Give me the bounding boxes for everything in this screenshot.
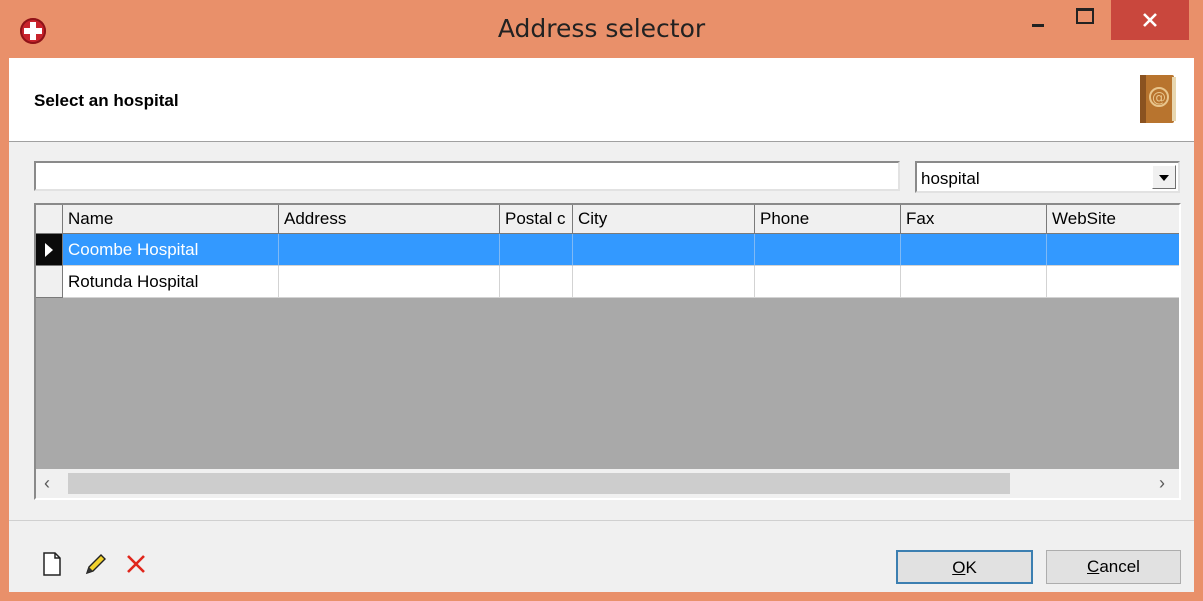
column-header-address[interactable]: Address [279, 205, 500, 234]
cancel-mnemonic: C [1087, 557, 1100, 576]
client-area: Select an hospital @ hospital Name Addre… [9, 58, 1194, 592]
cell-name[interactable]: Rotunda Hospital [63, 266, 279, 298]
category-selected-value: hospital [921, 169, 980, 188]
cell-postal[interactable] [500, 266, 573, 298]
close-icon [1143, 13, 1157, 27]
minimize-button[interactable] [1015, 0, 1061, 40]
delete-x-icon[interactable] [123, 551, 149, 577]
cell-phone[interactable] [755, 266, 901, 298]
cell-postal[interactable] [500, 234, 573, 266]
column-header-postal[interactable]: Postal c [500, 205, 573, 234]
results-grid[interactable]: Name Address Postal c City Phone Fax Web… [34, 203, 1181, 500]
category-dropdown[interactable]: hospital [915, 161, 1180, 193]
maximize-button[interactable] [1061, 0, 1107, 40]
column-header-name[interactable]: Name [63, 205, 279, 234]
cell-name[interactable]: Coombe Hospital [63, 234, 279, 266]
title-bar[interactable]: Address selector [0, 0, 1203, 58]
cancel-button[interactable]: Cancel [1046, 550, 1181, 584]
row-indicator-arrow-icon [36, 234, 63, 266]
scroll-left-icon[interactable]: ‹ [44, 473, 50, 494]
cell-website[interactable] [1047, 266, 1179, 298]
horizontal-scrollbar[interactable]: ‹ › [36, 469, 1179, 498]
minimize-icon [1032, 24, 1044, 27]
maximize-icon [1076, 8, 1094, 24]
column-header-phone[interactable]: Phone [755, 205, 901, 234]
cell-address[interactable] [279, 234, 500, 266]
scrollbar-thumb[interactable] [68, 473, 1010, 494]
footer-bar: OK Cancel [9, 520, 1194, 593]
address-selector-window: Address selector Select an hospital @ ho… [0, 0, 1203, 601]
new-document-icon[interactable] [39, 551, 65, 577]
cell-fax[interactable] [901, 266, 1047, 298]
ok-button[interactable]: OK [896, 550, 1033, 584]
svg-text:@: @ [1152, 90, 1166, 106]
row-indicator [36, 266, 63, 298]
page-title: Select an hospital [34, 91, 179, 110]
ok-mnemonic: O [952, 558, 966, 577]
chevron-down-icon[interactable] [1152, 165, 1176, 189]
cell-phone[interactable] [755, 234, 901, 266]
header-panel: Select an hospital @ [9, 58, 1194, 142]
cell-city[interactable] [573, 266, 755, 298]
cell-city[interactable] [573, 234, 755, 266]
cell-address[interactable] [279, 266, 500, 298]
address-book-icon: @ [1140, 75, 1176, 123]
search-input[interactable] [34, 161, 900, 191]
header-corner [36, 205, 63, 234]
ok-label: K [965, 558, 977, 577]
pencil-icon[interactable] [83, 551, 109, 577]
column-header-city[interactable]: City [573, 205, 755, 234]
cancel-label: ancel [1099, 557, 1140, 576]
column-header-website[interactable]: WebSite [1047, 205, 1179, 234]
cell-website[interactable] [1047, 234, 1179, 266]
scroll-right-icon[interactable]: › [1159, 473, 1165, 494]
cell-fax[interactable] [901, 234, 1047, 266]
column-header-fax[interactable]: Fax [901, 205, 1047, 234]
close-button[interactable] [1111, 0, 1189, 40]
